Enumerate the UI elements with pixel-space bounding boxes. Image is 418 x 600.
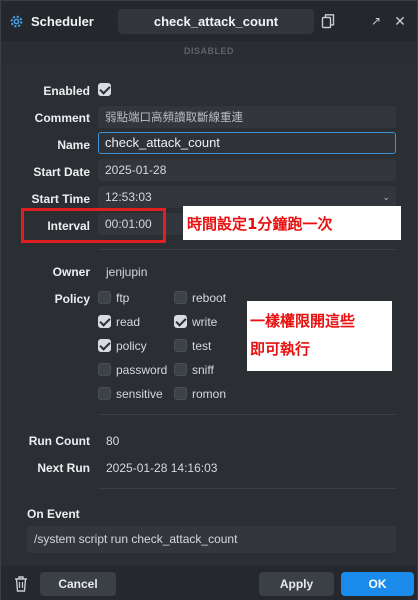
start-time-value: 12:53:03: [105, 190, 152, 204]
policy-password-checkbox[interactable]: [98, 363, 111, 376]
start-date-field[interactable]: 2025-01-28: [98, 159, 396, 181]
expand-icon[interactable]: ↗: [368, 13, 384, 29]
policy-password-label: password: [116, 363, 168, 377]
policy-test-checkbox[interactable]: [174, 339, 187, 352]
policy-sensitive-checkbox[interactable]: [98, 387, 111, 400]
interval-highlight-box: [21, 208, 166, 243]
policy-test-label: test: [192, 339, 212, 353]
interval-annotation: 時間設定1分鐘跑一次: [183, 206, 401, 240]
chevron-down-icon[interactable]: ⌄: [382, 186, 390, 208]
gear-icon: [10, 15, 23, 28]
app-title: Scheduler: [31, 14, 94, 29]
run-count-label: Run Count: [28, 434, 90, 448]
title-bar: Scheduler check_attack_count ↗ ✕: [1, 1, 417, 41]
cancel-button[interactable]: Cancel: [40, 572, 116, 596]
on-event-label: On Event: [27, 507, 80, 521]
status-banner: DISABLED: [1, 41, 417, 62]
policy-romon-checkbox[interactable]: [174, 387, 187, 400]
divider: [98, 488, 396, 489]
divider: [98, 414, 396, 415]
policy-label: Policy: [54, 292, 90, 306]
policy-ftp-label: ftp: [116, 291, 130, 305]
trash-icon[interactable]: [13, 575, 29, 593]
policy-sniff-label: sniff: [192, 363, 214, 377]
policy-annotation-line2: 即可執行: [250, 340, 311, 358]
policy-annotation-line1: 一樣權限開這些: [250, 312, 356, 330]
policy-reboot-checkbox[interactable]: [174, 291, 187, 304]
close-icon[interactable]: ✕: [392, 13, 408, 29]
divider: [98, 249, 396, 250]
on-event-field[interactable]: /system script run check_attack_count: [27, 526, 396, 553]
owner-value: jenjupin: [106, 265, 148, 279]
owner-label: Owner: [52, 265, 90, 279]
name-field[interactable]: check_attack_count: [98, 132, 396, 154]
ok-button[interactable]: OK: [341, 572, 414, 596]
copy-icon[interactable]: [320, 13, 336, 29]
policy-reboot-label: reboot: [192, 291, 227, 305]
enabled-label: Enabled: [43, 84, 90, 98]
start-date-label: Start Date: [33, 165, 90, 179]
comment-field[interactable]: 弱點端口高頻讀取斷線重連: [98, 106, 396, 128]
policy-romon-label: romon: [192, 387, 227, 401]
comment-label: Comment: [34, 111, 90, 125]
policy-write-label: write: [192, 315, 218, 329]
next-run-value: 2025-01-28 14:16:03: [106, 461, 218, 475]
start-time-field[interactable]: 12:53:03 ⌄: [98, 186, 396, 208]
policy-annotation: 一樣權限開這些 即可執行: [247, 301, 392, 371]
start-time-label: Start Time: [31, 192, 90, 206]
run-count-value: 80: [106, 434, 120, 448]
policy-read-checkbox[interactable]: [98, 315, 111, 328]
policy-policy-label: policy: [116, 339, 147, 353]
record-title: check_attack_count: [118, 9, 314, 34]
policy-sensitive-label: sensitive: [116, 387, 163, 401]
policy-sniff-checkbox[interactable]: [174, 363, 187, 376]
policy-write-checkbox[interactable]: [174, 315, 187, 328]
policy-policy-checkbox[interactable]: [98, 339, 111, 352]
footer-bar: Cancel Apply OK: [1, 566, 417, 600]
policy-read-label: read: [116, 315, 141, 329]
name-label: Name: [57, 138, 90, 152]
enabled-checkbox[interactable]: [98, 83, 111, 96]
policy-ftp-checkbox[interactable]: [98, 291, 111, 304]
apply-button[interactable]: Apply: [259, 572, 334, 596]
next-run-label: Next Run: [37, 461, 90, 475]
scheduler-window: Scheduler check_attack_count ↗ ✕ DISABLE…: [0, 0, 418, 600]
